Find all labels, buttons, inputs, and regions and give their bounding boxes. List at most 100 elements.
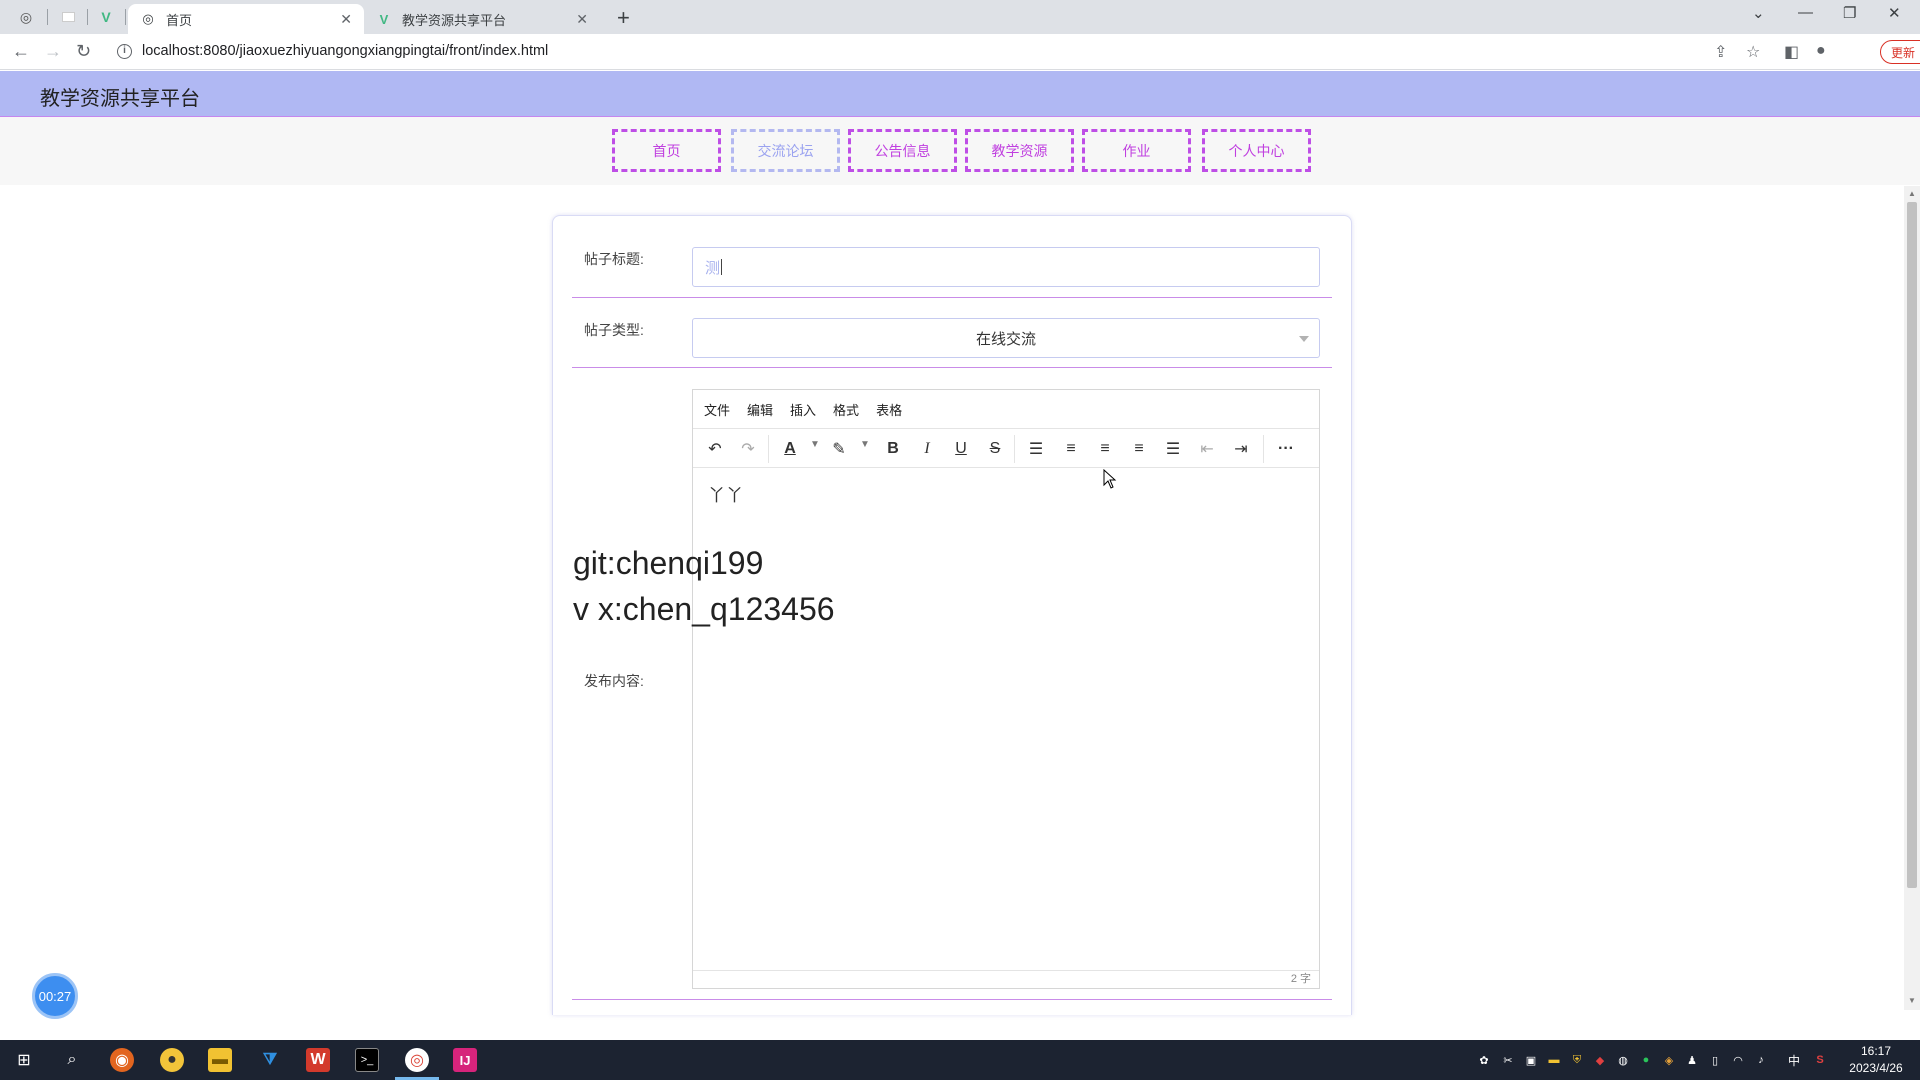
search-icon[interactable]: ⌕: [60, 1048, 84, 1072]
nav-personal-center[interactable]: 个人中心: [1202, 129, 1311, 172]
tab-platform[interactable]: V 教学资源共享平台 ✕: [364, 4, 600, 34]
update-button[interactable]: 更新 ⋮: [1880, 40, 1920, 64]
post-title-label: 帖子标题:: [584, 251, 644, 267]
post-type-select[interactable]: 在线交流: [692, 318, 1320, 358]
tray-icon[interactable]: ◆: [1592, 1052, 1608, 1068]
close-icon[interactable]: ✕: [576, 11, 588, 28]
reload-icon[interactable]: ↻: [76, 41, 91, 62]
chevron-down-icon[interactable]: ▼: [860, 439, 870, 450]
tab-divider: [47, 9, 48, 25]
more-icon[interactable]: ···: [1273, 437, 1299, 461]
battery-icon[interactable]: ▯: [1707, 1052, 1723, 1068]
post-type-value: 在线交流: [975, 330, 1036, 348]
system-clock[interactable]: 16:17 2023/4/26: [1840, 1043, 1912, 1077]
back-arrow-icon[interactable]: ←: [12, 41, 30, 62]
highlight-color-icon[interactable]: ✎: [829, 437, 849, 461]
tray-icon[interactable]: ▣: [1523, 1052, 1539, 1068]
tray-icon[interactable]: ✿: [1476, 1052, 1492, 1068]
terminal-icon[interactable]: >_: [355, 1048, 379, 1072]
restore-icon[interactable]: ❐: [1843, 4, 1856, 22]
qq-icon[interactable]: ♟: [1684, 1052, 1700, 1068]
align-right-icon[interactable]: ≡: [1128, 437, 1150, 461]
volume-icon[interactable]: ♪: [1753, 1052, 1769, 1068]
nav-announcements[interactable]: 公告信息: [848, 129, 957, 172]
nav-resources[interactable]: 教学资源: [965, 129, 1074, 172]
minimize-icon[interactable]: —: [1798, 4, 1813, 21]
menu-table[interactable]: 表格: [876, 400, 902, 419]
tray-icon[interactable]: ◍: [1615, 1052, 1631, 1068]
redo-icon[interactable]: ↷: [736, 437, 760, 461]
undo-icon[interactable]: ↶: [703, 437, 727, 461]
scroll-up-arrow-icon[interactable]: ▲: [1908, 189, 1916, 198]
clock-time: 16:17: [1860, 1044, 1892, 1058]
sogou-ime-icon[interactable]: S: [1812, 1052, 1828, 1068]
editor-content-text: 丫丫: [708, 486, 744, 505]
side-panel-icon[interactable]: ◧: [1784, 42, 1799, 62]
vscode-icon[interactable]: ⧩: [258, 1048, 282, 1072]
wps-icon[interactable]: W: [306, 1048, 330, 1072]
tab-search-chevron-icon[interactable]: ⌄: [1752, 4, 1765, 22]
chrome-icon[interactable]: ◎: [405, 1048, 429, 1072]
row-divider: [572, 999, 1332, 1000]
outdent-icon[interactable]: ⇤: [1196, 437, 1218, 461]
tab-divider: [87, 9, 88, 25]
nav-forum[interactable]: 交流论坛: [731, 129, 840, 172]
wechat-icon[interactable]: ●: [1638, 1052, 1654, 1068]
align-justify-icon[interactable]: ☰: [1162, 437, 1184, 461]
menu-insert[interactable]: 插入: [790, 400, 816, 419]
pinned-tab-globe-icon[interactable]: ◎: [16, 7, 36, 27]
bookmark-star-icon[interactable]: ☆: [1746, 42, 1760, 62]
post-type-label: 帖子类型:: [584, 322, 644, 338]
bold-icon[interactable]: B: [883, 437, 903, 461]
scroll-down-arrow-icon[interactable]: ▼: [1908, 996, 1916, 1005]
rich-text-editor: 文件 编辑 插入 格式 表格 ↶ ↷ A ▼ ✎ ▼ B I U S ☰ ≡ ≡…: [692, 389, 1320, 989]
close-icon[interactable]: ✕: [340, 11, 352, 28]
watermark-line-1: git:chenqi199: [573, 545, 764, 581]
main-nav: 首页 交流论坛 公告信息 教学资源 作业 个人中心: [0, 117, 1920, 185]
align-center-icon[interactable]: ≡: [1094, 437, 1116, 461]
windows-start-icon[interactable]: ⊞: [12, 1048, 36, 1072]
line-height-icon[interactable]: ☰: [1025, 437, 1047, 461]
site-info-icon[interactable]: i: [117, 44, 132, 59]
menu-format[interactable]: 格式: [833, 400, 859, 419]
recording-timer[interactable]: 00:27: [32, 973, 78, 1019]
window-close-icon[interactable]: ✕: [1888, 4, 1901, 22]
menu-file[interactable]: 文件: [704, 400, 730, 419]
intellij-icon[interactable]: IJ: [453, 1048, 477, 1072]
tray-shield-icon[interactable]: ⛨: [1569, 1052, 1585, 1068]
chevron-down-icon[interactable]: ▼: [810, 439, 820, 450]
align-left-icon[interactable]: ≡: [1060, 437, 1082, 461]
tab-home[interactable]: ◎ 首页 ✕: [128, 4, 364, 34]
pinned-tab-vue-icon[interactable]: V: [96, 7, 116, 27]
post-title-input[interactable]: 测: [692, 247, 1320, 287]
page-scrollbar[interactable]: ▲ ▼: [1904, 186, 1920, 1010]
nav-homework[interactable]: 作业: [1082, 129, 1191, 172]
network-icon[interactable]: ◠: [1730, 1052, 1746, 1068]
file-explorer-icon[interactable]: ▬: [208, 1048, 232, 1072]
tray-icon[interactable]: ✂: [1500, 1052, 1516, 1068]
forward-arrow-icon[interactable]: →: [44, 41, 62, 62]
italic-icon[interactable]: I: [917, 437, 937, 461]
post-title-value: 测: [705, 259, 721, 277]
strikethrough-icon[interactable]: S: [985, 437, 1005, 461]
profile-avatar-icon[interactable]: ●: [1816, 42, 1826, 60]
ime-indicator[interactable]: 中: [1786, 1052, 1802, 1068]
url-field[interactable]: localhost:8080/jiaoxuezhiyuangongxiangpi…: [142, 43, 548, 59]
watermark-text: git:chenqi199 v x:chen_q123456: [573, 540, 835, 632]
toolbar-divider: [768, 435, 769, 463]
menu-edit[interactable]: 编辑: [747, 400, 773, 419]
firefox-icon[interactable]: ◉: [110, 1048, 134, 1072]
underline-icon[interactable]: U: [951, 437, 971, 461]
new-tab-button[interactable]: +: [617, 5, 630, 31]
pinned-tab-blank-icon[interactable]: [58, 7, 78, 27]
share-icon[interactable]: ⇪: [1714, 42, 1727, 62]
browser-tab-bar: ◎ V ◎ 首页 ✕ V 教学资源共享平台 ✕ + ⌄ — ❐ ✕: [0, 0, 1920, 34]
text-color-icon[interactable]: A: [780, 437, 800, 461]
tray-folder-icon[interactable]: ▬: [1546, 1052, 1562, 1068]
app-icon[interactable]: ●: [160, 1048, 184, 1072]
indent-icon[interactable]: ⇥: [1230, 437, 1252, 461]
nav-home[interactable]: 首页: [612, 129, 721, 172]
scroll-thumb[interactable]: [1907, 202, 1917, 888]
editor-menubar: 文件 编辑 插入 格式 表格: [693, 390, 1319, 428]
tray-icon[interactable]: ◈: [1661, 1052, 1677, 1068]
